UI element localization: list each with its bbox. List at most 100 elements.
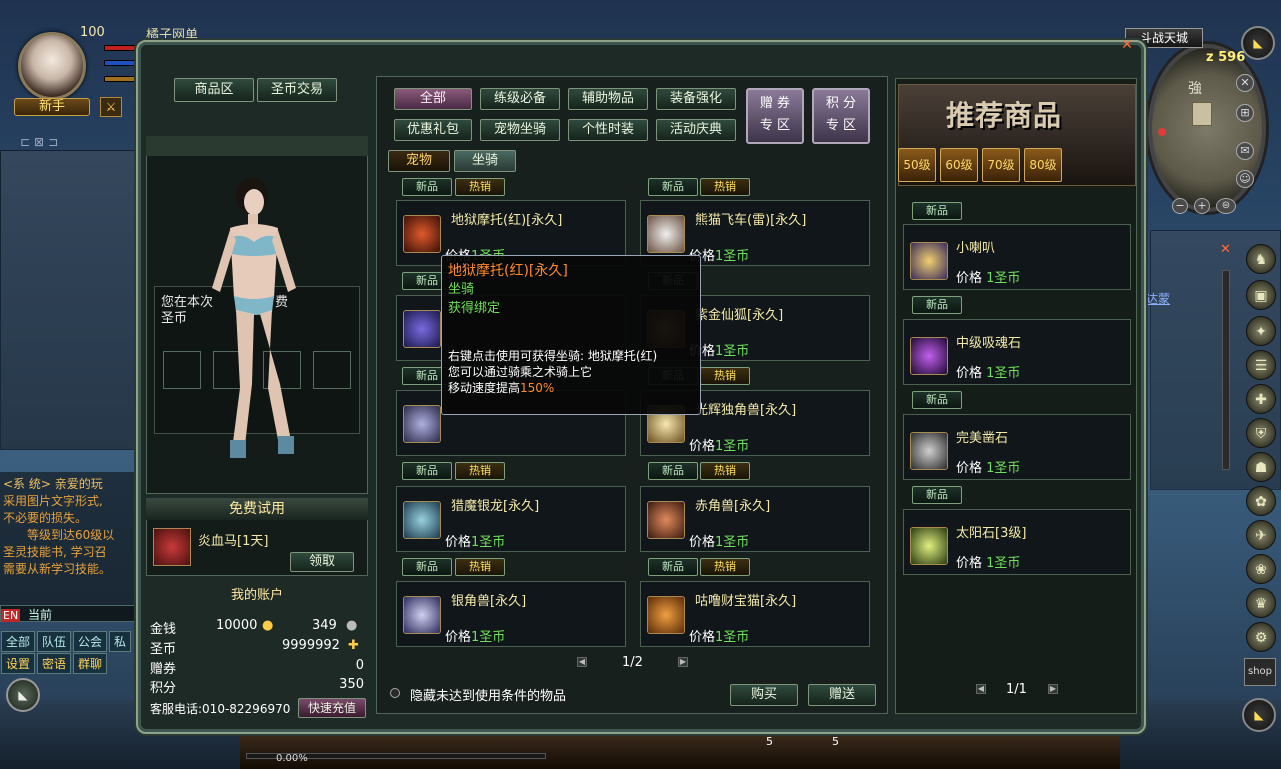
item-slot[interactable] [163, 351, 201, 389]
chat-channel[interactable]: 当前 [28, 608, 52, 622]
item-name: 中级吸魂石 [956, 336, 1022, 351]
player-avatar[interactable] [18, 32, 86, 100]
chat-tab-guild[interactable]: 公会 [73, 631, 108, 652]
guild-icon[interactable]: ✚ [1246, 384, 1276, 414]
tooltip-bind: 获得绑定 [448, 301, 501, 316]
next-page-icon[interactable]: ▶ [678, 657, 688, 667]
npc-link[interactable]: 达蒙 [1146, 290, 1170, 307]
item-slot[interactable] [313, 351, 351, 389]
chat-group[interactable]: 群聊 [73, 653, 108, 674]
price-label: 价格 [445, 535, 472, 550]
level-50-button[interactable]: 50级 [898, 148, 936, 182]
tracker-close-icon[interactable]: ✕ [1220, 242, 1231, 257]
horse-item-icon[interactable] [153, 528, 191, 566]
price-label: 价格 [689, 630, 716, 645]
lotus-icon[interactable]: ❀ [1246, 554, 1276, 584]
item-name: 小喇叭 [956, 241, 996, 256]
level-70-button[interactable]: 70级 [982, 148, 1020, 182]
voucher-zone-button[interactable]: 赠 券 专 区 [746, 88, 804, 144]
recommend-item[interactable]: 太阳石[3级] 价格 1圣币 [903, 509, 1131, 575]
item-card[interactable]: 银角兽[永久] 价格1圣币 [396, 581, 626, 647]
team-icon[interactable]: ☗ [1246, 452, 1276, 482]
category-events[interactable]: 活动庆典 [656, 119, 736, 141]
item-card[interactable]: 咕噜财宝猫[永久] 价格1圣币 [640, 581, 870, 647]
map-world-icon[interactable]: ⊞ [1236, 104, 1254, 122]
zoom-out-icon[interactable]: − [1172, 198, 1188, 214]
shield-icon[interactable]: ⛨ [1246, 418, 1276, 448]
ime-indicator[interactable]: EN [1, 609, 21, 622]
item-name: 咕噜财宝猫[永久] [695, 594, 797, 609]
chat-input[interactable]: EN 当前 [0, 605, 136, 622]
hotbar: 0.00% 5 5 [240, 734, 1120, 769]
prev-page-icon[interactable]: ◀ [577, 657, 587, 667]
new-badge: 新品 [648, 558, 698, 576]
slot-count: 5 [766, 735, 773, 748]
chat-line: 等级到达60级以 [27, 528, 115, 542]
recommend-item[interactable]: 小喇叭 价格 1圣币 [903, 224, 1131, 290]
chat-tab-all[interactable]: 全部 [1, 631, 36, 652]
tracker-scrollbar[interactable] [1222, 270, 1230, 470]
recommend-next-icon[interactable]: ▶ [1048, 684, 1058, 694]
buy-button[interactable]: 购买 [730, 684, 798, 706]
item-price: 价格1圣币 [445, 531, 505, 550]
pet-paw-icon[interactable]: ✿ [1246, 486, 1276, 516]
map-close-icon[interactable]: ✕ [1236, 74, 1254, 92]
skill-icon[interactable]: ✦ [1246, 316, 1276, 346]
points-zone-button[interactable]: 积 分 专 区 [812, 88, 870, 144]
item-card[interactable]: 猎魔银龙[永久] 价格1圣币 [396, 486, 626, 552]
bag-icon[interactable]: ▣ [1246, 280, 1276, 310]
gear-icon[interactable]: ⚙ [1246, 622, 1276, 652]
system-orb-icon[interactable]: ◣ [1242, 698, 1276, 732]
gift-button[interactable]: 赠送 [808, 684, 876, 706]
new-badge: 新品 [912, 391, 962, 409]
map-mail-icon[interactable]: ✉ [1236, 142, 1254, 160]
subtab-pets[interactable]: 宠物 [388, 150, 450, 172]
character-icon[interactable]: ♞ [1246, 244, 1276, 274]
tab-shop-area[interactable]: 商品区 [174, 78, 254, 102]
category-leveling[interactable]: 练级必备 [480, 88, 560, 110]
sword-icon[interactable]: ⚔ [100, 97, 122, 117]
menu-orb-icon[interactable]: ◣ [6, 678, 40, 712]
zoom-in-icon[interactable]: + [1194, 198, 1210, 214]
quest-icon[interactable]: ☰ [1246, 350, 1276, 380]
chat-tab-private[interactable]: 私 [109, 631, 132, 652]
subtab-mounts[interactable]: 坐骑 [454, 150, 516, 172]
claim-button[interactable]: 领取 [290, 552, 354, 572]
quick-recharge-button[interactable]: 快速充值 [298, 698, 366, 718]
hide-unusable-checkbox[interactable] [390, 688, 400, 698]
trophy-icon[interactable]: ♛ [1246, 588, 1276, 618]
chat-tab-team[interactable]: 队伍 [37, 631, 72, 652]
chat-whisper[interactable]: 密语 [37, 653, 72, 674]
shop-icon[interactable]: shop [1244, 658, 1276, 686]
character-model[interactable] [200, 178, 310, 470]
item-card[interactable]: 赤角兽[永久] 价格1圣币 [640, 486, 870, 552]
wings-icon[interactable]: ✈ [1246, 520, 1276, 550]
category-fashion[interactable]: 个性时装 [568, 119, 648, 141]
silver-dragon-icon [403, 501, 441, 539]
recommend-prev-icon[interactable]: ◀ [976, 684, 986, 694]
level-80-button[interactable]: 80级 [1024, 148, 1062, 182]
hide-unusable-label: 隐藏未达到使用条件的物品 [410, 689, 567, 704]
item-name: 银角兽[永久] [451, 594, 527, 609]
recommend-item[interactable]: 完美凿石 价格 1圣币 [903, 414, 1131, 480]
tab-coin-trade[interactable]: 圣币交易 [257, 78, 337, 102]
category-packs[interactable]: 优惠礼包 [394, 119, 472, 141]
level-60-button[interactable]: 60级 [940, 148, 978, 182]
new-badge: 新品 [912, 486, 962, 504]
category-pets-mounts[interactable]: 宠物坐骑 [480, 119, 560, 141]
category-all[interactable]: 全部 [394, 88, 472, 110]
chat-settings[interactable]: 设置 [1, 653, 36, 674]
exp-percent: 0.00% [276, 753, 308, 764]
close-icon[interactable]: ✕ [1118, 38, 1136, 52]
map-settings-icon[interactable]: ⊜ [1216, 198, 1236, 214]
category-support[interactable]: 辅助物品 [568, 88, 648, 110]
slot-count: 5 [832, 735, 839, 748]
recommend-item[interactable]: 中级吸魂石 价格 1圣币 [903, 319, 1131, 385]
new-badge: 新品 [912, 202, 962, 220]
price-value: 1圣币 [471, 630, 506, 645]
player-rank-badge: 新手 [14, 98, 90, 116]
map-person-icon[interactable]: ☺ [1236, 170, 1254, 188]
category-enhance[interactable]: 装备强化 [656, 88, 736, 110]
compass-icon[interactable]: ◣ [1241, 26, 1275, 60]
page-indicator: 1/2 [622, 655, 643, 670]
